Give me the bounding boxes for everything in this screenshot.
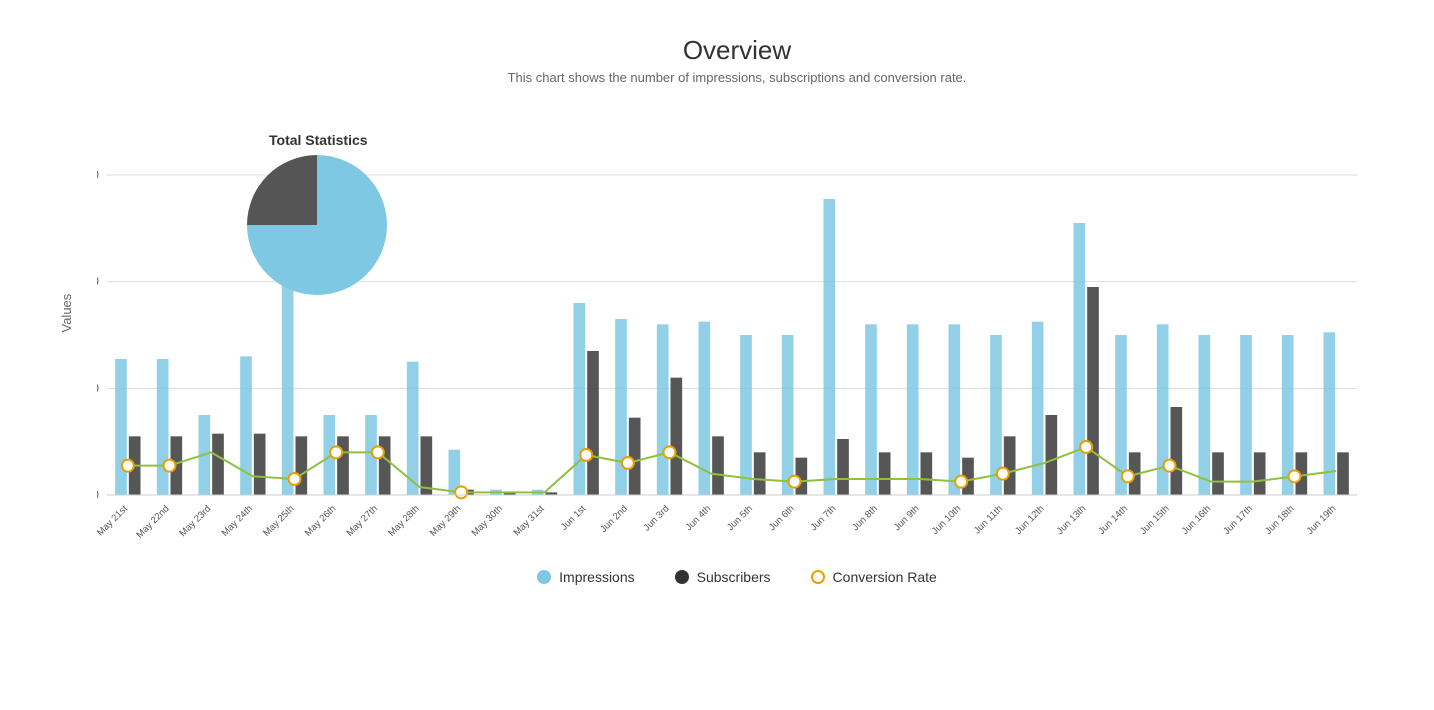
subscribers-label: Subscribers (697, 569, 771, 585)
svg-text:Total Statistics: Total Statistics (269, 132, 368, 148)
svg-text:Jun 5th: Jun 5th (725, 503, 755, 533)
svg-text:0: 0 (97, 487, 99, 502)
svg-text:May 27th: May 27th (345, 503, 380, 538)
svg-text:Jun 17th: Jun 17th (1221, 503, 1255, 537)
svg-text:Jun 2nd: Jun 2nd (598, 503, 630, 535)
svg-text:May 25th: May 25th (261, 503, 296, 538)
legend-subscribers: Subscribers (675, 569, 771, 585)
svg-text:May 21st: May 21st (97, 503, 130, 538)
svg-text:Jun 13th: Jun 13th (1055, 503, 1089, 537)
svg-text:May 26th: May 26th (303, 503, 338, 538)
svg-text:Jun 1st: Jun 1st (559, 503, 589, 533)
svg-text:May 23rd: May 23rd (178, 503, 214, 539)
svg-text:May 22nd: May 22nd (134, 503, 171, 540)
legend-impressions: Impressions (537, 569, 634, 585)
svg-text:May 28th: May 28th (386, 503, 421, 538)
chart-title: Overview (97, 35, 1377, 66)
svg-text:Jun 18th: Jun 18th (1263, 503, 1297, 537)
svg-text:Jun 4th: Jun 4th (683, 503, 713, 533)
svg-text:600: 600 (97, 167, 99, 182)
svg-text:Jun 16th: Jun 16th (1180, 503, 1214, 537)
svg-text:Jun 8th: Jun 8th (850, 503, 880, 533)
svg-text:May 31st: May 31st (512, 503, 547, 538)
svg-text:May 29th: May 29th (428, 503, 463, 538)
impressions-label: Impressions (559, 569, 634, 585)
subscribers-icon (675, 570, 689, 584)
svg-text:Jun 12th: Jun 12th (1013, 503, 1047, 537)
y-axis-label: Values (59, 294, 74, 333)
svg-text:Jun 11th: Jun 11th (972, 503, 1005, 536)
svg-text:200: 200 (97, 380, 99, 395)
svg-text:Jun 14th: Jun 14th (1096, 503, 1130, 537)
svg-text:Jun 19th: Jun 19th (1305, 503, 1339, 537)
legend: Impressions Subscribers Conversion Rate (97, 569, 1377, 585)
svg-text:Jun 6th: Jun 6th (767, 503, 797, 533)
chart-area: Values 0200400600May 21stMay 22ndMay 23r… (97, 95, 1377, 555)
svg-text:Jun 10th: Jun 10th (930, 503, 964, 537)
svg-text:May 30th: May 30th (470, 503, 505, 538)
svg-text:Jun 7th: Jun 7th (808, 503, 838, 533)
conversion-label: Conversion Rate (833, 569, 937, 585)
impressions-icon (537, 570, 551, 584)
svg-text:Jun 9th: Jun 9th (892, 503, 922, 533)
chart-container: Overview This chart shows the number of … (27, 15, 1407, 695)
svg-text:Jun 15th: Jun 15th (1138, 503, 1172, 537)
svg-text:Jun 3rd: Jun 3rd (641, 503, 671, 533)
svg-text:400: 400 (97, 274, 99, 289)
chart-subtitle: This chart shows the number of impressio… (97, 70, 1377, 85)
legend-conversion: Conversion Rate (811, 569, 937, 585)
svg-text:May 24th: May 24th (220, 503, 255, 538)
main-chart-svg: 0 200 400 600 May 21stMay 22ndMay 23rdMay 24… (97, 95, 1377, 555)
conversion-icon (811, 570, 825, 584)
